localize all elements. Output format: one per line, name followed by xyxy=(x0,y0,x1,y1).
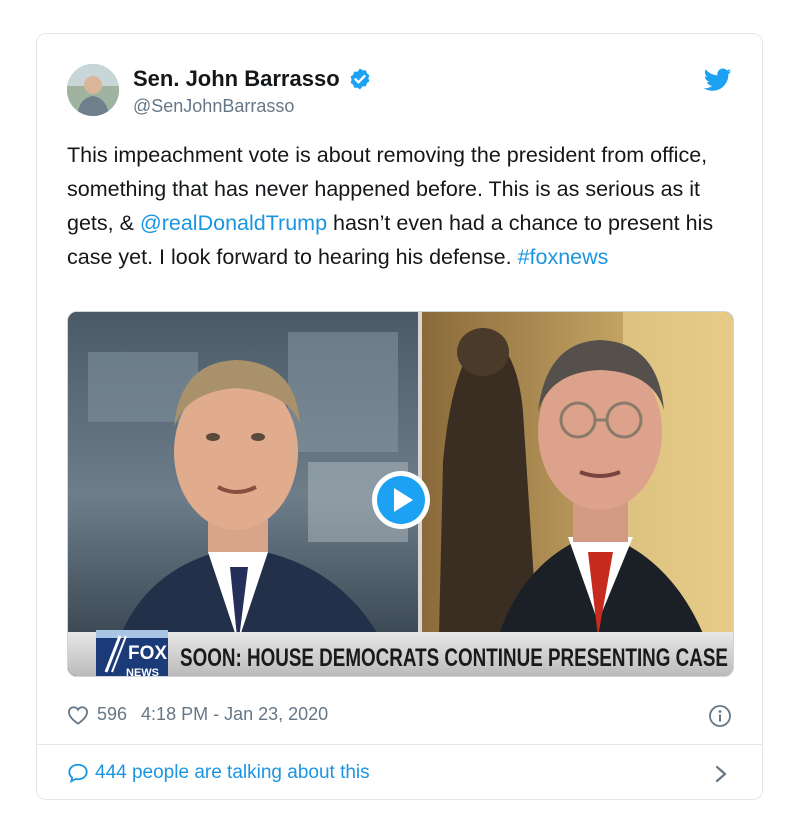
play-icon[interactable] xyxy=(372,471,430,529)
twitter-bird-icon[interactable] xyxy=(704,68,732,92)
like-count[interactable]: 596 xyxy=(97,704,127,725)
chyron-text: SOON: HOUSE DEMOCRATS CONTINUE PRESENTIN… xyxy=(180,644,728,672)
video-thumbnail: FOX NEWS SOON: HOUSE DEMOCRATS CONTINUE … xyxy=(68,312,733,677)
tweet-meta: 596 4:18 PM - Jan 23, 2020 xyxy=(67,704,328,725)
heart-icon[interactable] xyxy=(67,705,89,725)
author-name-row[interactable]: Sen. John Barrasso xyxy=(133,66,372,92)
mention-link[interactable]: @realDonaldTrump xyxy=(140,211,327,235)
tweet-text: This impeachment vote is about removing … xyxy=(67,138,737,274)
chevron-right-icon[interactable] xyxy=(714,764,728,784)
verified-badge-icon xyxy=(350,68,370,90)
info-icon[interactable] xyxy=(708,704,732,728)
timestamp[interactable]: 4:18 PM - Jan 23, 2020 xyxy=(141,704,328,725)
author-handle[interactable]: @SenJohnBarrasso xyxy=(133,96,294,117)
avatar[interactable] xyxy=(67,64,119,116)
speech-bubble-icon xyxy=(68,763,88,783)
divider xyxy=(37,744,762,745)
tweet-card: Sen. John Barrasso @SenJohnBarrasso This… xyxy=(36,33,763,800)
conversation-link[interactable]: 444 people are talking about this xyxy=(67,762,370,784)
talking-text[interactable]: 444 people are talking about this xyxy=(95,762,370,784)
fox-logo-top: FOX xyxy=(128,643,167,664)
fox-logo-bottom: NEWS xyxy=(126,667,159,677)
hashtag-link[interactable]: #foxnews xyxy=(518,245,609,269)
video-player[interactable]: FOX NEWS SOON: HOUSE DEMOCRATS CONTINUE … xyxy=(67,311,734,677)
author-display-name[interactable]: Sen. John Barrasso xyxy=(133,66,340,92)
